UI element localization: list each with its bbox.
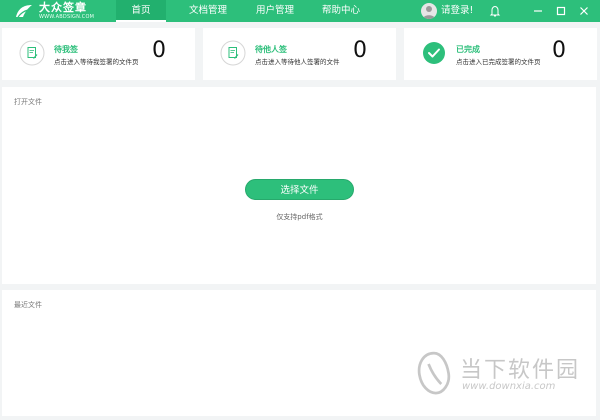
avatar[interactable]: [421, 3, 437, 19]
tab-home[interactable]: 首页: [116, 0, 166, 22]
card-count: 0: [152, 38, 166, 63]
select-file-button[interactable]: 选择文件: [245, 179, 354, 200]
check-circle-icon: [423, 42, 445, 64]
logo-title: 大众签章: [39, 1, 87, 14]
title-bar: 大众签章 WWW.ABDSIGN.COM 首页 文档管理 用户管理 帮助中心 请…: [0, 0, 600, 22]
card-description: 点击进入已完成签署的文件页: [456, 58, 541, 66]
document-pen-icon: [19, 40, 45, 66]
watermark: 当下软件园 www.downxia.com: [414, 350, 600, 400]
tab-documents[interactable]: 文档管理: [180, 0, 236, 22]
card-pending-others[interactable]: 待他人签 点击进入等待他人签署的文件 0: [203, 28, 396, 80]
user-icon: [423, 6, 435, 19]
card-completed[interactable]: 已完成 点击进入已完成签署的文件页 0: [404, 28, 597, 80]
card-count: 0: [353, 38, 367, 63]
watermark-logo-icon: [417, 351, 451, 395]
format-hint: 仅支持pdf格式: [276, 213, 323, 221]
panel-title: 打开文件: [14, 98, 42, 106]
minimize-icon[interactable]: [530, 3, 546, 19]
close-icon[interactable]: [576, 3, 592, 19]
panel-title: 最近文件: [14, 301, 42, 309]
logo-subtitle: WWW.ABDSIGN.COM: [39, 14, 95, 20]
tab-help[interactable]: 帮助中心: [313, 0, 369, 22]
card-description: 点击进入等待我签署的文件页: [54, 58, 139, 66]
watermark-text: 当下软件园: [460, 358, 581, 383]
card-pending-mine[interactable]: 待我签 点击进入等待我签署的文件页 0: [2, 28, 195, 80]
maximize-icon[interactable]: [553, 3, 569, 19]
app-logo: 大众签章 WWW.ABDSIGN.COM: [14, 2, 94, 20]
document-pen-icon: [220, 40, 246, 66]
card-description: 点击进入等待他人签署的文件: [255, 58, 340, 66]
watermark-url: www.downxia.com: [462, 381, 556, 392]
logo-icon: [16, 5, 32, 18]
login-link[interactable]: 请登录!: [441, 4, 473, 18]
card-title: 已完成: [456, 45, 480, 54]
card-title: 待他人签: [255, 45, 287, 54]
card-count: 0: [552, 38, 566, 63]
card-title: 待我签: [54, 45, 78, 54]
open-file-panel: 打开文件 选择文件 仅支持pdf格式: [2, 87, 596, 284]
tab-users[interactable]: 用户管理: [247, 0, 303, 22]
bell-icon[interactable]: [487, 3, 503, 19]
